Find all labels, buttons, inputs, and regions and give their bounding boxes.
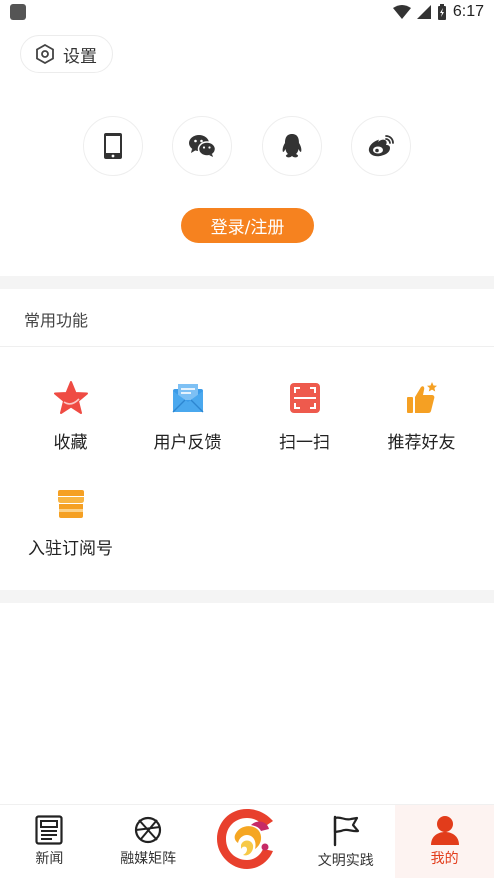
app-logo-icon [216, 809, 273, 869]
store-icon [57, 490, 84, 518]
settings-label: 设置 [63, 46, 97, 67]
function-label: 用户反馈 [153, 433, 222, 453]
function-scan[interactable]: 扫一扫 [246, 370, 363, 470]
status-time: 6:17 [452, 3, 484, 20]
matrix-icon [135, 816, 162, 844]
section-divider [0, 590, 494, 603]
tab-home-logo[interactable] [198, 805, 297, 878]
function-join-subscription[interactable]: 入驻订阅号 [12, 476, 129, 576]
divider-line [0, 346, 494, 347]
phone-icon [104, 133, 122, 159]
wechat-icon [189, 135, 217, 157]
login-qq-button[interactable] [261, 116, 322, 176]
bottom-tab-bar: 新闻 融媒矩阵 文明实践 我的 [0, 804, 494, 878]
function-recommend-friends[interactable]: 推荐好友 [363, 370, 480, 470]
function-label: 收藏 [53, 433, 88, 453]
tab-label: 新闻 [35, 851, 64, 867]
newspaper-icon [35, 815, 63, 845]
function-label: 扫一扫 [279, 433, 330, 453]
person-icon [430, 816, 459, 845]
tab-news[interactable]: 新闻 [0, 805, 99, 878]
login-register-button[interactable]: 登录/注册 [181, 208, 314, 243]
qq-icon [282, 134, 302, 158]
thumbs-up-icon [406, 382, 437, 413]
function-feedback[interactable]: 用户反馈 [129, 370, 246, 470]
section-divider [0, 276, 494, 289]
status-icons: 6:17 [392, 3, 484, 21]
login-methods [83, 116, 411, 176]
tab-mine[interactable]: 我的 [395, 805, 494, 878]
weibo-icon [368, 135, 394, 157]
tab-label: 融媒矩阵 [120, 851, 177, 867]
login-wechat-button[interactable] [172, 116, 233, 176]
scan-icon [289, 383, 320, 413]
tab-media-matrix[interactable]: 融媒矩阵 [99, 805, 198, 878]
notification-app-icon [10, 4, 26, 20]
function-label: 推荐好友 [387, 433, 456, 453]
function-favorites[interactable]: 收藏 [12, 370, 129, 470]
star-icon [53, 381, 88, 414]
settings-button[interactable]: 设置 [20, 35, 113, 73]
function-label: 入驻订阅号 [28, 539, 113, 559]
tab-civilization-practice[interactable]: 文明实践 [296, 805, 395, 878]
signal-icon [416, 5, 431, 19]
login-phone-button[interactable] [83, 116, 143, 176]
tab-label: 文明实践 [317, 853, 374, 869]
login-weibo-button[interactable] [350, 116, 411, 176]
hexagon-gear-icon [36, 44, 54, 64]
battery-icon [437, 4, 446, 20]
status-bar: 6:17 [0, 0, 494, 26]
flag-icon [333, 815, 359, 847]
envelope-icon [172, 384, 203, 413]
section-title-common-functions: 常用功能 [24, 311, 89, 330]
wifi-icon [392, 5, 411, 19]
tab-label: 我的 [430, 851, 459, 867]
